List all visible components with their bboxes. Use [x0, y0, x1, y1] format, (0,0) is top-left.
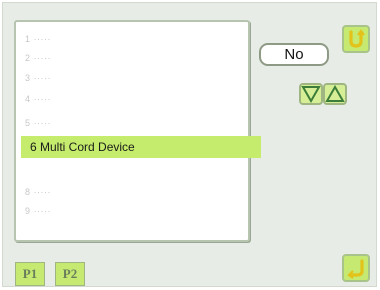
- device-screen: 1 ····· 2 ····· 3 ····· 4 ····· 5 ····· …: [2, 2, 377, 287]
- value-button[interactable]: No: [259, 43, 329, 66]
- item-list: 1 ····· 2 ····· 3 ····· 4 ····· 5 ····· …: [14, 20, 261, 242]
- tab-p2[interactable]: P2: [55, 262, 85, 286]
- enter-button[interactable]: [342, 254, 370, 282]
- list-item[interactable]: 3 ·····: [25, 73, 51, 83]
- back-button[interactable]: [342, 25, 370, 53]
- list-item[interactable]: 2 ·····: [25, 53, 51, 63]
- list-item[interactable]: 5 ·····: [25, 118, 51, 128]
- list-item[interactable]: 1 ·····: [25, 34, 51, 44]
- scroll-down-button[interactable]: [299, 83, 323, 105]
- scroll-up-button[interactable]: [323, 83, 347, 105]
- tab-p1[interactable]: P1: [15, 262, 45, 286]
- triangle-down-icon: [301, 85, 321, 103]
- list-item[interactable]: 8 ·····: [25, 187, 51, 197]
- back-arrow-icon: [344, 27, 368, 51]
- triangle-up-icon: [325, 85, 345, 103]
- list-item-selected[interactable]: 6 Multi Cord Device: [21, 136, 261, 158]
- list-item[interactable]: 9 ·····: [25, 206, 51, 216]
- list-item[interactable]: 4 ·····: [25, 94, 51, 104]
- enter-return-icon: [344, 256, 368, 280]
